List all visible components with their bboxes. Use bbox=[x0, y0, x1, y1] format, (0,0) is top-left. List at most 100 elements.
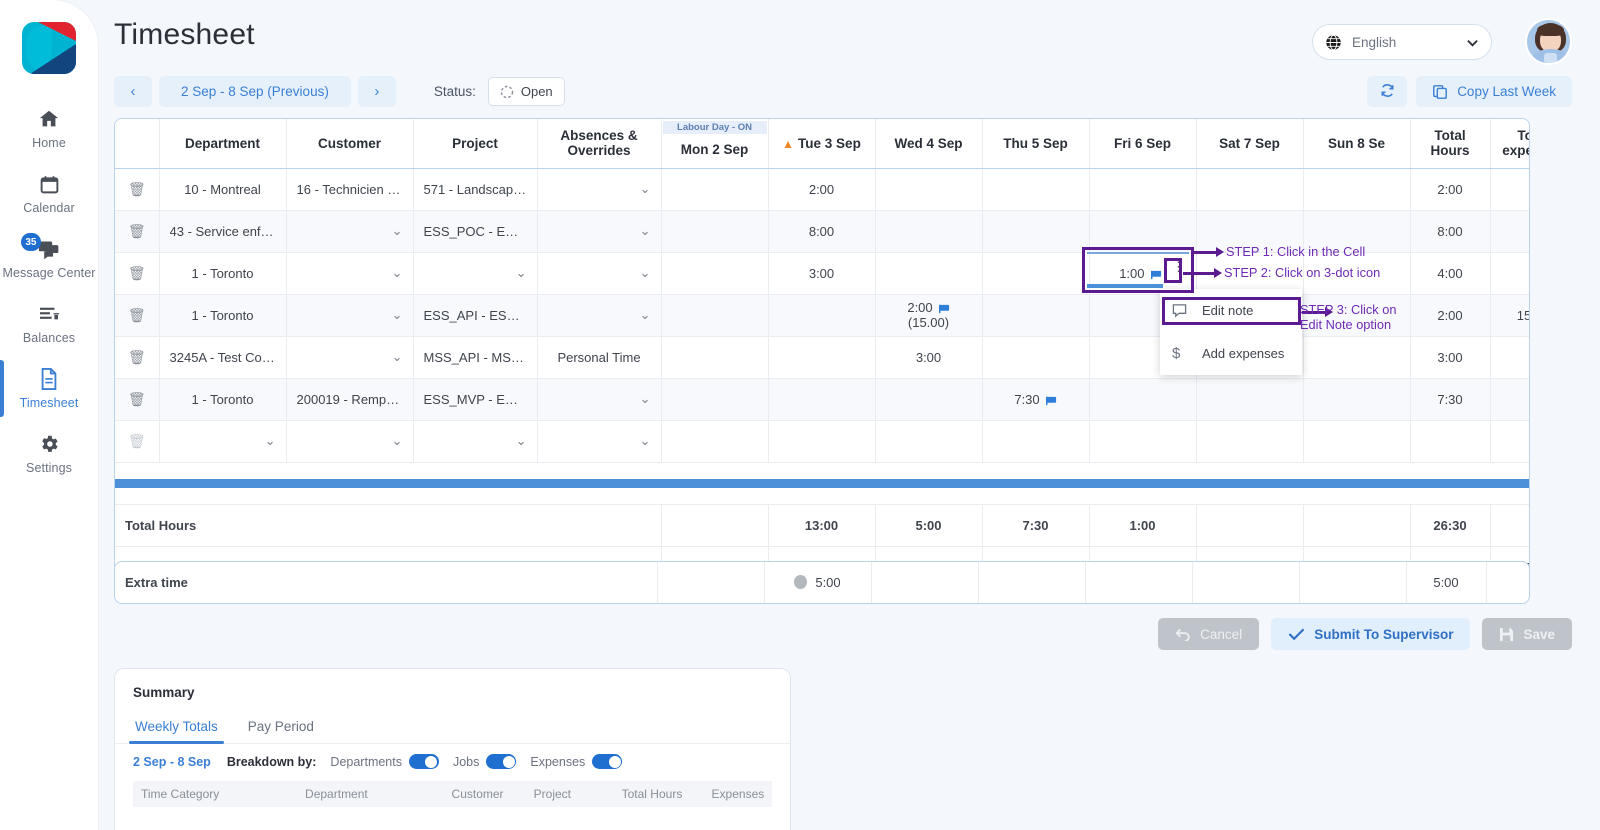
cell-wed[interactable] bbox=[875, 168, 983, 211]
cell-project[interactable]: ⌄ bbox=[413, 252, 538, 295]
submit-to-supervisor-button[interactable]: Submit To Supervisor bbox=[1271, 618, 1471, 650]
cell-tue[interactable] bbox=[768, 378, 876, 421]
cell-customer[interactable]: ⌄ bbox=[286, 252, 414, 295]
cell-sat[interactable] bbox=[1196, 420, 1304, 463]
cell-tue[interactable]: 2:00 bbox=[768, 168, 876, 211]
cell-department[interactable]: 3245A - Test Com... bbox=[159, 336, 287, 379]
cell-fri[interactable] bbox=[1089, 420, 1197, 463]
cell-thu[interactable] bbox=[982, 336, 1090, 379]
delete-row-button[interactable]: 🗑 bbox=[115, 168, 160, 211]
cell-absences[interactable]: ⌄ bbox=[537, 378, 662, 421]
cell-fri[interactable] bbox=[1089, 168, 1197, 211]
cell-customer[interactable]: ⌄ bbox=[286, 336, 414, 379]
cell-mon[interactable] bbox=[660, 294, 769, 337]
cell-tue[interactable] bbox=[768, 420, 876, 463]
delete-row-button[interactable]: 🗑 bbox=[115, 378, 160, 421]
copy-last-week-button[interactable]: Copy Last Week bbox=[1416, 76, 1572, 107]
cell-project[interactable]: MSS_API - MSS_A... bbox=[413, 336, 538, 379]
cell-mon[interactable] bbox=[660, 168, 769, 211]
cell-mon[interactable] bbox=[660, 420, 769, 463]
delete-row-button[interactable]: 🗑 bbox=[115, 336, 160, 379]
cell-sun[interactable] bbox=[1303, 378, 1411, 421]
cell-sun[interactable] bbox=[1303, 336, 1411, 379]
cell-mon[interactable] bbox=[660, 252, 769, 295]
cell-sat[interactable] bbox=[1196, 168, 1304, 211]
toggle-departments-switch[interactable] bbox=[408, 754, 439, 769]
toggle-expenses-switch[interactable] bbox=[592, 754, 623, 769]
cell-fri[interactable] bbox=[1089, 378, 1197, 421]
cell-department[interactable]: 1 - Toronto bbox=[159, 252, 287, 295]
save-button[interactable]: Save bbox=[1482, 618, 1572, 650]
cell-absences[interactable]: ⌄ bbox=[537, 252, 662, 295]
cell-wed[interactable] bbox=[875, 378, 983, 421]
tab-pay-period[interactable]: Pay Period bbox=[246, 719, 316, 743]
delete-row-button[interactable]: 🗑 bbox=[115, 252, 160, 295]
cell-project[interactable]: 571 - Landscaping bbox=[413, 168, 538, 211]
cell-wed[interactable] bbox=[875, 210, 983, 253]
cell-customer[interactable]: 200019 - Remp de... bbox=[286, 378, 414, 421]
cell-project[interactable]: ⌄ bbox=[413, 420, 538, 463]
cell-project[interactable]: ESS_API - ESS_AP... bbox=[413, 294, 538, 337]
cell-thu[interactable] bbox=[982, 420, 1090, 463]
cell-fri[interactable] bbox=[1089, 210, 1197, 253]
sidebar-item-message-center[interactable]: 35 Message Center bbox=[0, 226, 98, 291]
cell-tue[interactable]: 3:00 bbox=[768, 252, 876, 295]
cell-thu[interactable] bbox=[982, 252, 1090, 295]
language-selector[interactable]: English bbox=[1312, 24, 1492, 60]
cell-sun[interactable] bbox=[1303, 420, 1411, 463]
cell-tue[interactable] bbox=[768, 336, 876, 379]
cell-project[interactable]: ESS_POC - ESS_P... bbox=[413, 210, 538, 253]
cell-mon[interactable] bbox=[660, 210, 769, 253]
sidebar-item-home[interactable]: Home bbox=[0, 96, 98, 161]
cell-wed[interactable] bbox=[875, 252, 983, 295]
delete-row-button[interactable]: 🗑 bbox=[115, 294, 160, 337]
cell-department[interactable]: 1 - Toronto bbox=[159, 294, 287, 337]
previous-week-button[interactable]: ‹ bbox=[114, 76, 152, 107]
refresh-button[interactable] bbox=[1367, 76, 1408, 107]
sidebar-item-calendar[interactable]: Calendar bbox=[0, 161, 98, 226]
cell-wed[interactable] bbox=[875, 420, 983, 463]
tab-weekly-totals[interactable]: Weekly Totals bbox=[129, 719, 224, 744]
cell-absences[interactable]: ⌄ bbox=[537, 294, 662, 337]
cell-wed[interactable]: 3:00 bbox=[875, 336, 983, 379]
cell-absences[interactable]: ⌄ bbox=[537, 420, 662, 463]
cell-absences[interactable]: ⌄ bbox=[537, 210, 662, 253]
cell-customer[interactable]: ⌄ bbox=[286, 420, 414, 463]
cell-mon[interactable] bbox=[660, 378, 769, 421]
cell-sun[interactable] bbox=[1303, 168, 1411, 211]
sidebar-item-timesheet[interactable]: Timesheet bbox=[0, 356, 98, 421]
cell-customer[interactable]: ⌄ bbox=[286, 210, 414, 253]
cell-department[interactable]: 1 - Toronto bbox=[159, 378, 287, 421]
cell-department[interactable]: ⌄ bbox=[159, 420, 287, 463]
user-avatar[interactable] bbox=[1525, 18, 1572, 65]
cell-department[interactable]: 43 - Service enfant bbox=[159, 210, 287, 253]
date-range-button[interactable]: 2 Sep - 8 Sep (Previous) bbox=[159, 76, 351, 107]
cell-customer[interactable]: 16 - Technicien en... bbox=[286, 168, 414, 211]
next-week-button[interactable]: › bbox=[357, 76, 396, 107]
cell-absences[interactable]: ⌄ bbox=[537, 168, 662, 211]
context-menu-add-expenses[interactable]: $ Add expenses bbox=[1160, 332, 1302, 375]
toggle-jobs[interactable]: Jobs bbox=[453, 754, 517, 769]
cell-tue[interactable] bbox=[768, 294, 876, 337]
cell-absences[interactable]: Personal Time bbox=[537, 336, 662, 379]
cell-department[interactable]: 10 - Montreal bbox=[159, 168, 287, 211]
delete-row-button[interactable]: 🗑 bbox=[115, 210, 160, 253]
sidebar-item-balances[interactable]: Balances bbox=[0, 291, 98, 356]
cell-project[interactable]: ESS_MVP - ESS_... bbox=[413, 378, 538, 421]
cell-wed[interactable]: 2:00 (15.00) bbox=[875, 294, 983, 337]
cell-thu[interactable] bbox=[982, 294, 1090, 337]
cell-mon[interactable] bbox=[660, 336, 769, 379]
cell-thu[interactable] bbox=[982, 210, 1090, 253]
cell-thu[interactable]: 7:30 bbox=[982, 378, 1090, 421]
sidebar-item-settings[interactable]: Settings bbox=[0, 421, 98, 486]
cell-tue[interactable]: 8:00 bbox=[768, 210, 876, 253]
cancel-button[interactable]: Cancel bbox=[1158, 618, 1260, 650]
toggle-expenses[interactable]: Expenses bbox=[530, 754, 623, 769]
scrollbar-thumb[interactable] bbox=[115, 478, 1529, 488]
horizontal-scrollbar[interactable] bbox=[115, 462, 1529, 505]
cell-thu[interactable] bbox=[982, 168, 1090, 211]
toggle-departments[interactable]: Departments bbox=[330, 754, 439, 769]
toggle-jobs-switch[interactable] bbox=[486, 754, 517, 769]
cell-customer[interactable]: ⌄ bbox=[286, 294, 414, 337]
cell-sat[interactable] bbox=[1196, 378, 1304, 421]
